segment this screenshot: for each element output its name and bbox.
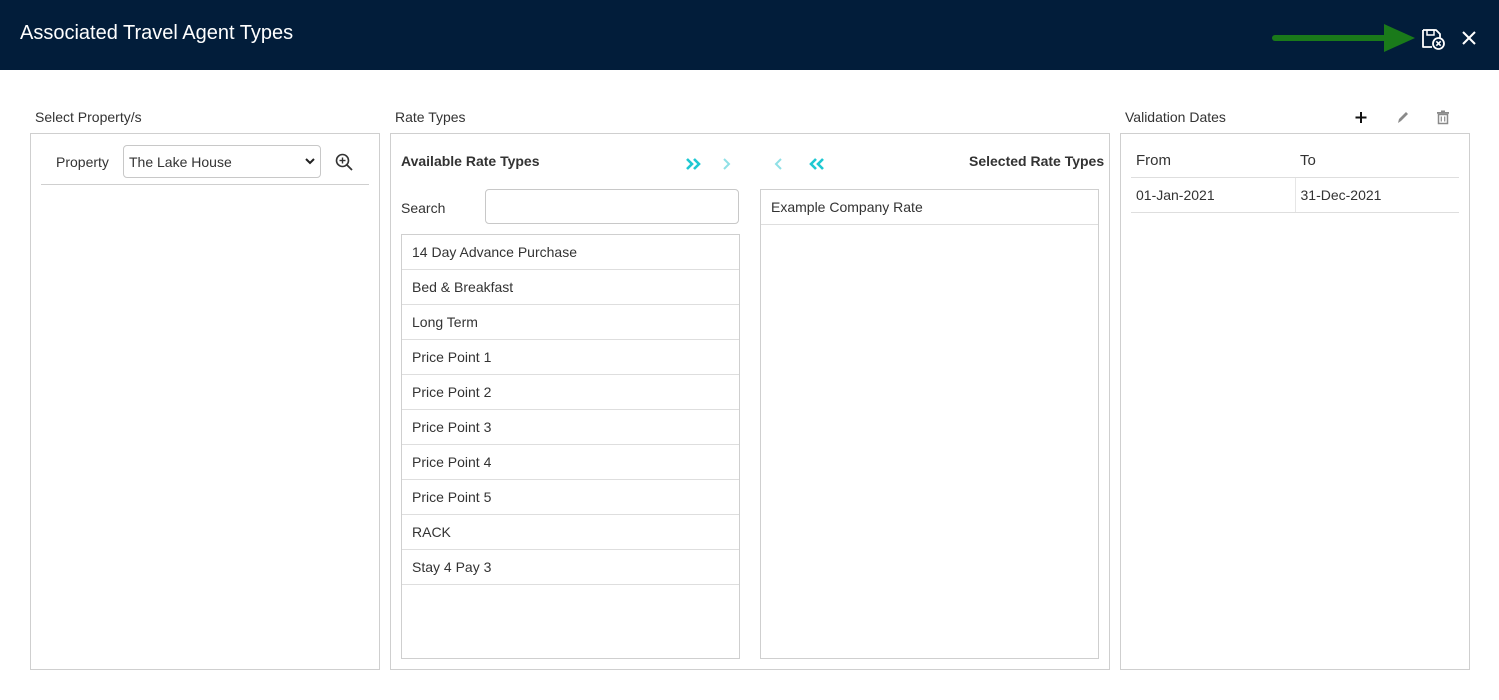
property-panel	[30, 133, 380, 670]
close-icon[interactable]	[1459, 28, 1479, 48]
available-rate-type-item[interactable]: Price Point 2	[402, 375, 739, 410]
search-label: Search	[401, 200, 446, 216]
table-row[interactable]: 01-Jan-2021 31-Dec-2021	[1131, 177, 1459, 213]
title-bar: Associated Travel Agent Types	[0, 0, 1499, 70]
select-property-label: Select Property/s	[35, 109, 142, 125]
delete-icon[interactable]	[1435, 108, 1451, 126]
property-select-value: The Lake House	[129, 154, 232, 170]
available-rate-type-item[interactable]: RACK	[402, 515, 739, 550]
available-rate-type-item[interactable]: Price Point 1	[402, 340, 739, 375]
search-input[interactable]	[485, 189, 739, 224]
move-left-icon[interactable]	[770, 156, 788, 172]
to-date-cell: 31-Dec-2021	[1294, 177, 1459, 213]
window-title: Associated Travel Agent Types	[20, 22, 294, 44]
chevron-down-icon	[305, 158, 315, 165]
move-right-icon[interactable]	[719, 156, 737, 172]
available-rate-type-item[interactable]: Stay 4 Pay 3	[402, 550, 739, 585]
available-rate-type-item[interactable]: Long Term	[402, 305, 739, 340]
validation-dates-panel	[1120, 133, 1470, 670]
column-header-from[interactable]: From	[1131, 145, 1295, 178]
move-all-left-icon[interactable]	[807, 156, 825, 172]
zoom-in-icon[interactable]	[334, 152, 354, 172]
column-header-to[interactable]: To	[1295, 145, 1459, 178]
available-rate-type-item[interactable]: Price Point 4	[402, 445, 739, 480]
rate-types-label: Rate Types	[395, 109, 466, 125]
available-rate-type-item[interactable]: Price Point 3	[402, 410, 739, 445]
available-rate-type-item[interactable]: Price Point 5	[402, 480, 739, 515]
add-icon[interactable]	[1353, 108, 1369, 126]
save-icon[interactable]	[1420, 27, 1446, 51]
property-field-label: Property	[56, 154, 109, 170]
available-rate-type-item[interactable]: Bed & Breakfast	[402, 270, 739, 305]
property-divider	[41, 184, 369, 185]
validation-dates-label: Validation Dates	[1125, 109, 1226, 125]
available-rate-types-title: Available Rate Types	[401, 153, 540, 169]
selected-rate-types-list: Example Company Rate	[760, 189, 1099, 659]
edit-icon[interactable]	[1395, 108, 1411, 126]
validation-dates-table: From To 01-Jan-2021 31-Dec-2021	[1131, 145, 1459, 213]
property-select[interactable]: The Lake House	[123, 145, 321, 178]
available-rate-type-item[interactable]: 14 Day Advance Purchase	[402, 235, 739, 270]
selected-rate-types-title: Selected Rate Types	[969, 153, 1105, 169]
from-date-cell: 01-Jan-2021	[1131, 177, 1295, 213]
annotation-arrow-icon	[1272, 24, 1415, 52]
selected-rate-type-item[interactable]: Example Company Rate	[761, 190, 1098, 225]
move-all-right-icon[interactable]	[685, 156, 703, 172]
available-rate-types-list: 14 Day Advance Purchase Bed & Breakfast Lo…	[401, 234, 740, 659]
